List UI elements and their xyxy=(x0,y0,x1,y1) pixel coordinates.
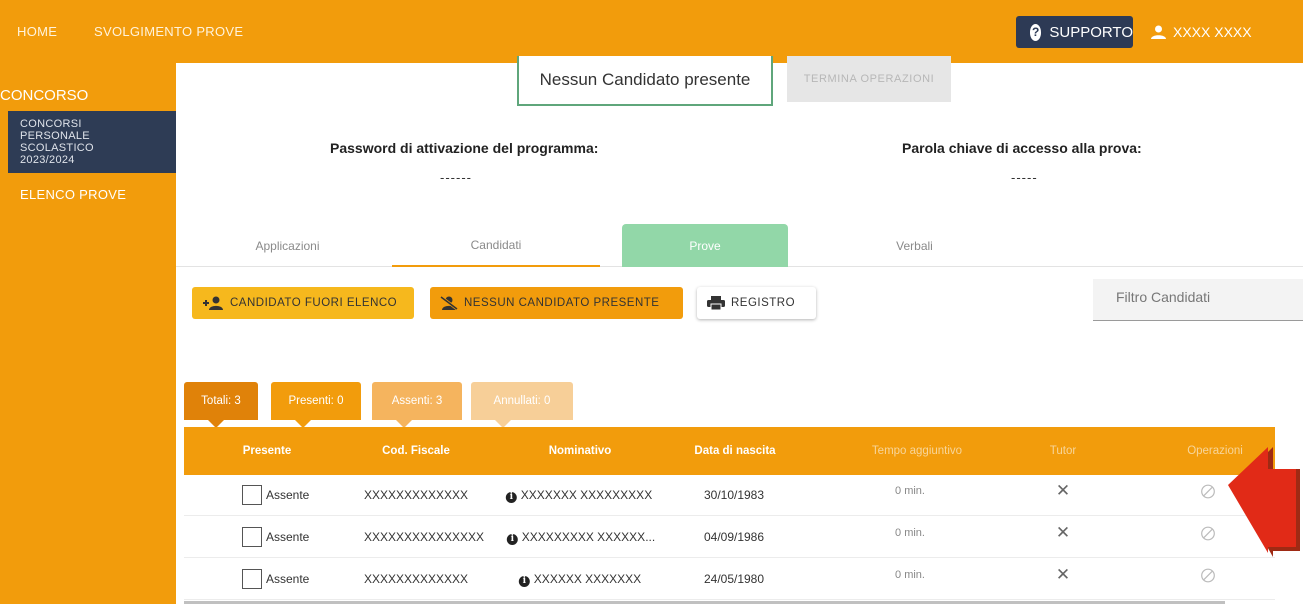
table-row: Assente XXXXXXXXXXXXX i XXXXXXX XXXXXXXXX… xyxy=(184,475,1275,516)
candidato-fuori-elenco-button[interactable]: CANDIDATO FUORI ELENCO xyxy=(192,287,414,319)
sidebar: CONCORSO CONCORSI PERSONALE SCOLASTICO 2… xyxy=(0,63,176,604)
status-text: Assente xyxy=(266,572,310,586)
nav-svolgimento-link[interactable]: SVOLGIMENTO PROVE xyxy=(94,24,243,39)
user-name: XXXX XXXX xyxy=(1173,24,1252,40)
support-button[interactable]: ? SUPPORTO xyxy=(1016,16,1133,48)
info-icon[interactable]: i xyxy=(505,492,517,503)
sidebar-item-concorsi[interactable]: CONCORSI PERSONALE SCOLASTICO 2023/2024 xyxy=(8,111,176,173)
access-keyword-label: Parola chiave di accesso alla prova: xyxy=(902,140,1142,156)
tab-candidati[interactable]: Candidati xyxy=(392,224,600,267)
nominativo-cell: i XXXXXX XXXXXXX xyxy=(518,572,642,587)
nessun-candidato-presente-button[interactable]: NESSUN CANDIDATO PRESENTE xyxy=(430,287,683,319)
tempo-aggiuntivo-cell: 0 min. xyxy=(895,485,925,497)
termina-operazioni-button[interactable]: TERMINA OPERAZIONI xyxy=(787,56,951,102)
summary-totali[interactable]: Totali: 3 xyxy=(184,382,258,428)
header-tempo-aggiuntivo: Tempo aggiuntivo xyxy=(871,445,963,457)
block-icon xyxy=(1201,568,1215,583)
status-text: Assente xyxy=(266,530,310,544)
presence-checkbox[interactable] xyxy=(242,569,262,589)
presence-status-box: Nessun Candidato presente xyxy=(517,56,773,106)
info-icon[interactable]: i xyxy=(506,534,518,545)
nominativo-cell: i XXXXXXXXX XXXXXX... xyxy=(506,530,656,545)
header-presente[interactable]: Presente xyxy=(243,445,292,457)
block-icon xyxy=(1201,526,1215,541)
candidato-fuori-elenco-label: CANDIDATO FUORI ELENCO xyxy=(230,297,398,309)
tab-prove[interactable]: Prove xyxy=(622,224,788,267)
tutor-x-icon: ✕ xyxy=(1055,481,1071,500)
presence-checkbox[interactable] xyxy=(242,527,262,547)
registro-label: REGISTRO xyxy=(731,297,796,309)
red-arrow-annotation xyxy=(1228,447,1300,557)
sidebar-item-line: PERSONALE xyxy=(20,130,90,142)
cod-fiscale-cell: XXXXXXXXXXXXX xyxy=(363,572,469,586)
candidates-table-header: Presente Cod. Fiscale Nominativo Data di… xyxy=(184,427,1275,475)
summary-totali-label: Totali: 3 xyxy=(201,395,241,407)
person-icon xyxy=(1151,25,1166,39)
sidebar-item-line: 2023/2024 xyxy=(20,154,75,166)
access-keyword-value: ----- xyxy=(1011,170,1038,185)
data-nascita-cell: 24/05/1980 xyxy=(703,572,765,586)
sidebar-item-elenco-prove[interactable]: ELENCO PROVE xyxy=(20,187,126,202)
sidebar-item-line: CONCORSI xyxy=(20,118,82,130)
summary-assenti-label: Assenti: 3 xyxy=(391,395,443,407)
tab-applicazioni[interactable]: Applicazioni xyxy=(185,224,390,267)
nominativo-text: XXXXXXXXX XXXXXX... xyxy=(521,530,656,544)
tutor-x-icon: ✕ xyxy=(1055,565,1071,584)
registro-button[interactable]: REGISTRO xyxy=(697,287,816,319)
sidebar-section-title: CONCORSO xyxy=(0,87,89,104)
summary-annullati[interactable]: Annullati: 0 xyxy=(471,382,573,428)
tempo-aggiuntivo-cell: 0 min. xyxy=(895,527,925,539)
data-nascita-cell: 30/10/1983 xyxy=(703,488,765,502)
cod-fiscale-cell: XXXXXXXXXXXXXXX xyxy=(363,530,485,544)
tab-verbali[interactable]: Verbali xyxy=(812,224,1017,267)
program-password-value: ------ xyxy=(440,170,472,185)
add-person-icon xyxy=(203,296,223,310)
header-nominativo[interactable]: Nominativo xyxy=(549,445,612,457)
header-data-nascita[interactable]: Data di nascita xyxy=(694,445,775,457)
sidebar-item-line: SCOLASTICO xyxy=(20,142,94,154)
nessun-candidato-presente-label: NESSUN CANDIDATO PRESENTE xyxy=(464,297,660,309)
nominativo-text: XXXXXXX XXXXXXXXX xyxy=(520,488,653,502)
block-icon xyxy=(1201,484,1215,499)
info-icon[interactable]: i xyxy=(518,576,530,587)
tempo-aggiuntivo-cell: 0 min. xyxy=(895,569,925,581)
filtro-candidati-input[interactable]: Filtro Candidati xyxy=(1093,279,1303,321)
support-label: SUPPORTO xyxy=(1049,23,1133,41)
header-tutor: Tutor xyxy=(1049,445,1077,457)
data-nascita-cell: 04/09/1986 xyxy=(703,530,765,544)
nominativo-cell: i XXXXXXX XXXXXXXXX xyxy=(505,488,653,503)
table-row: Assente XXXXXXXXXXXXXXX i XXXXXXXXX XXXXX… xyxy=(184,517,1275,558)
printer-icon xyxy=(707,296,725,310)
nav-home-link[interactable]: HOME xyxy=(17,24,57,39)
summary-presenti[interactable]: Presenti: 0 xyxy=(271,382,361,428)
help-icon: ? xyxy=(1030,23,1042,41)
summary-assenti[interactable]: Assenti: 3 xyxy=(372,382,462,428)
header-cod-fiscale[interactable]: Cod. Fiscale xyxy=(382,445,450,457)
person-off-icon xyxy=(440,296,458,310)
cod-fiscale-cell: XXXXXXXXXXXXX xyxy=(363,488,469,502)
status-text: Assente xyxy=(266,488,310,502)
nominativo-text: XXXXXX XXXXXXX xyxy=(533,572,642,586)
top-bar: HOME SVOLGIMENTO PROVE ? SUPPORTO XXXX X… xyxy=(0,0,1303,63)
tutor-x-icon: ✕ xyxy=(1055,523,1071,542)
table-row: Assente XXXXXXXXXXXXX i XXXXXX XXXXXXX 24… xyxy=(184,559,1275,600)
summary-annullati-label: Annullati: 0 xyxy=(493,395,551,407)
user-menu[interactable]: XXXX XXXX xyxy=(1151,24,1252,40)
program-password-label: Password di attivazione del programma: xyxy=(330,140,599,156)
summary-presenti-label: Presenti: 0 xyxy=(288,395,344,407)
presence-checkbox[interactable] xyxy=(242,485,262,505)
